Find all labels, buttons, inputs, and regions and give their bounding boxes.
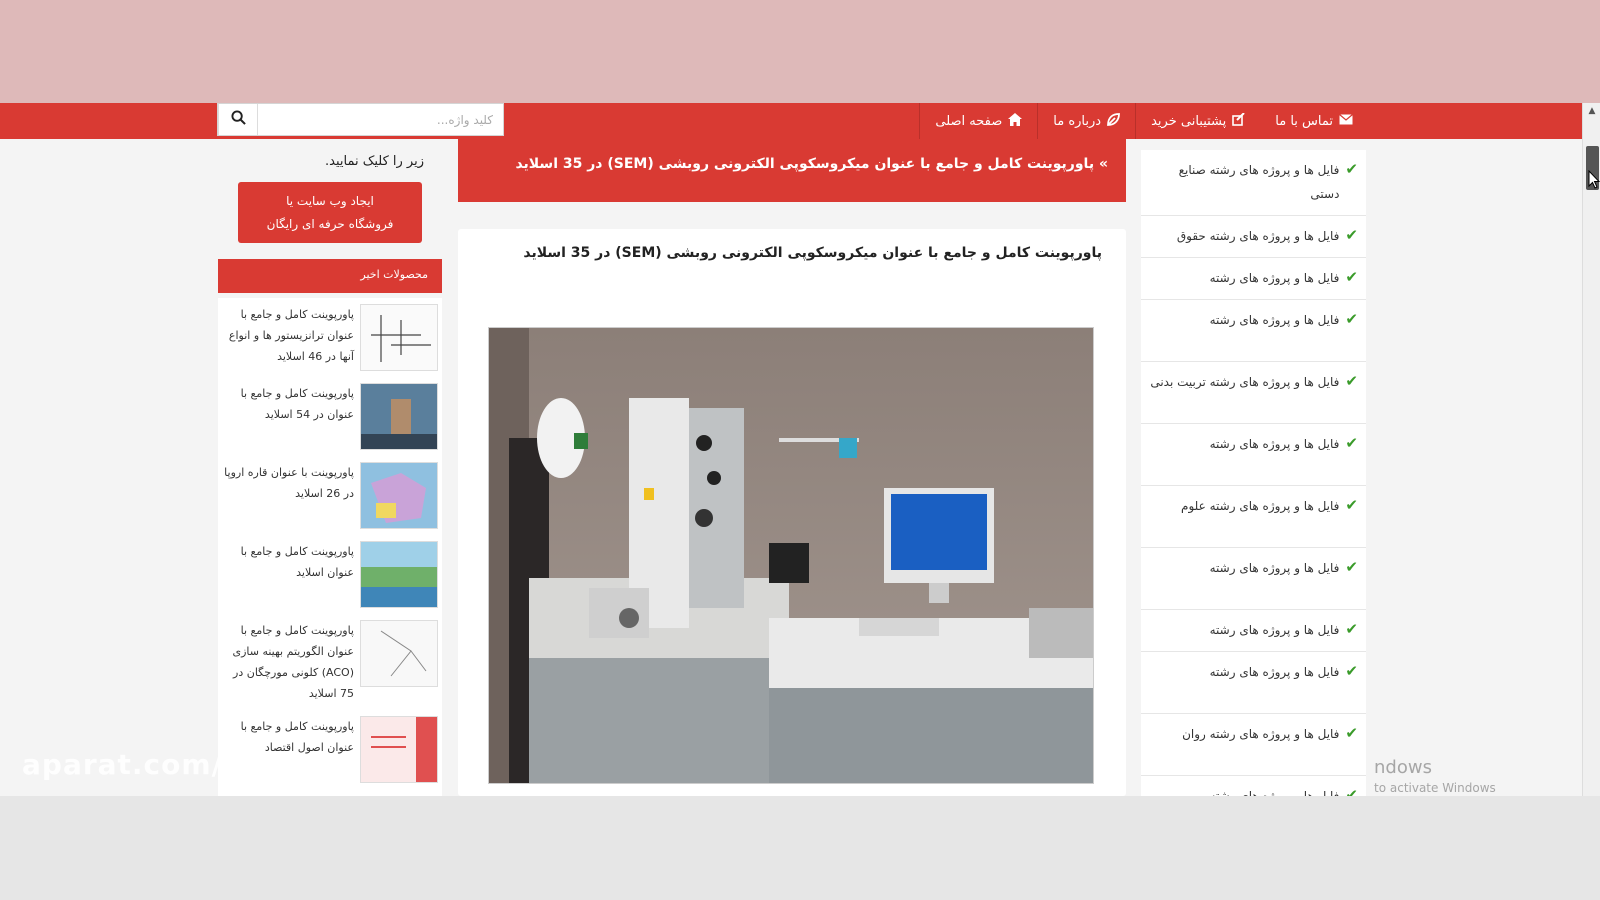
sem-microscope-photo	[488, 327, 1094, 784]
category-item[interactable]: ✔ فایل ها و پروژه های رشته	[1141, 610, 1366, 652]
product-title[interactable]: پاورپوینت کامل و جامع با عنوان اصول اقتص…	[222, 716, 354, 783]
envelope-icon	[1339, 113, 1353, 129]
post-title-banner: » پاورپوینت کامل و جامع با عنوان میکروسک…	[458, 139, 1126, 202]
category-item[interactable]: ✔ فایل ها و پروژه های رشته	[1141, 652, 1366, 714]
category-item[interactable]: ✔ فایل ها و پروژه های رشته حقوق	[1141, 216, 1366, 258]
nav-contact-label: تماس با ما	[1275, 113, 1333, 129]
product-title[interactable]: پاورپوینت کامل و جامع با عنوان اسلاید	[222, 541, 354, 608]
check-icon: ✔	[1345, 372, 1358, 390]
product-thumbnail[interactable]	[360, 383, 438, 450]
scroll-up-arrow-icon[interactable]: ▲	[1583, 103, 1600, 119]
breadcrumb-arrow: »	[1098, 156, 1108, 172]
search-input[interactable]	[258, 104, 503, 135]
check-icon: ✔	[1345, 496, 1358, 514]
create-store-button-line1: ایجاد وب سایت یا	[286, 194, 374, 208]
category-item[interactable]: ✔ فایل ها و پروژه های رشته تربیت بدنی	[1141, 362, 1366, 424]
top-band	[0, 0, 1600, 103]
check-icon: ✔	[1345, 662, 1358, 680]
check-icon: ✔	[1345, 786, 1358, 796]
mouse-cursor-icon	[1588, 169, 1600, 190]
banner-title: پاورپوینت کامل و جامع با عنوان میکروسکوپ…	[515, 156, 1095, 172]
list-item[interactable]: پاورپوینت با عنوان قاره اروپا در 26 اسلا…	[218, 456, 442, 535]
product-thumbnail[interactable]	[360, 304, 438, 371]
list-item[interactable]: پاورپوینت کامل و جامع با عنوان اسلاید	[218, 535, 442, 614]
category-item[interactable]: ✔ فایل ها و پروژه های رشته علوم	[1141, 486, 1366, 548]
list-item[interactable]: پاورپوینت کامل و جامع با عنوان در 54 اسل…	[218, 377, 442, 456]
windows-activation-line1: ndows	[1374, 757, 1432, 778]
category-item[interactable]: ✔ فایل ها و پروژه های رشته	[1141, 258, 1366, 300]
recent-products-list: پاورپوینت کامل و جامع با عنوان ترانزیستو…	[218, 298, 442, 796]
search-button[interactable]	[218, 104, 258, 135]
category-item[interactable]: ✔ فایل ها و پروژه های رشته	[1141, 776, 1366, 796]
product-thumbnail[interactable]	[360, 716, 438, 783]
nav-contact[interactable]: تماس با ما	[1260, 103, 1368, 139]
nav-about-label: درباره ما	[1053, 113, 1102, 129]
check-icon: ✔	[1345, 310, 1358, 328]
category-item[interactable]: ✔ فایل ها و پروژه های رشته	[1141, 548, 1366, 610]
aparat-watermark: aparat.com/	[22, 748, 223, 781]
check-icon: ✔	[1345, 226, 1358, 244]
leaf-icon	[1107, 112, 1120, 130]
check-icon: ✔	[1345, 620, 1358, 638]
category-sidebar: ✔ فایل ها و پروژه های رشته صنایع دستی ✔ فا…	[1141, 150, 1366, 796]
home-icon	[1008, 112, 1023, 130]
list-item[interactable]: پاورپوینت کامل و جامع با عنوان الگوریتم …	[218, 614, 442, 710]
nav-support[interactable]: پشتیبانی خرید	[1135, 103, 1260, 139]
check-icon: ✔	[1345, 268, 1358, 286]
search-box	[217, 103, 504, 136]
check-icon: ✔	[1345, 160, 1358, 178]
check-icon: ✔	[1345, 558, 1358, 576]
product-title[interactable]: پاورپوینت کامل و جامع با عنوان در 54 اسل…	[222, 383, 354, 450]
product-thumbnail[interactable]	[360, 541, 438, 608]
category-item[interactable]: ✔ فایل ها و پروژه های رشته روان	[1141, 714, 1366, 776]
windows-activation-notice: ndows to activate Windows	[1374, 758, 1496, 798]
check-icon: ✔	[1345, 434, 1358, 452]
page-scrollbar[interactable]: ▲	[1582, 103, 1600, 796]
category-item[interactable]: ✔ فایل ها و پروژه های رشته	[1141, 424, 1366, 486]
nav-about[interactable]: درباره ما	[1037, 103, 1135, 139]
product-thumbnail[interactable]	[360, 462, 438, 529]
post-title: پاورپوینت کامل و جامع با عنوان میکروسکوپ…	[523, 245, 1102, 261]
create-store-button[interactable]: ایجاد وب سایت یا فروشگاه حرفه ای رایگان	[238, 182, 422, 243]
create-store-button-line2: فروشگاه حرفه ای رایگان	[266, 217, 394, 231]
category-item[interactable]: ✔ فایل ها و پروژه های رشته	[1141, 300, 1366, 362]
post-content: پاورپوینت کامل و جامع با عنوان میکروسکوپ…	[458, 229, 1126, 796]
product-title[interactable]: پاورپوینت کامل و جامع با عنوان ترانزیستو…	[222, 304, 354, 371]
list-item[interactable]: پاورپوینت کامل و جامع با عنوان ترانزیستو…	[218, 298, 442, 377]
recent-products-heading: محصولات اخیر	[218, 259, 442, 293]
product-title[interactable]: پاورپوینت با عنوان قاره اروپا در 26 اسلا…	[222, 462, 354, 529]
promo-text: زیر را کلیک نمایید.	[325, 154, 424, 169]
support-icon	[1232, 111, 1245, 130]
nav-home[interactable]: صفحه اصلی	[919, 103, 1037, 139]
nav-home-label: صفحه اصلی	[935, 113, 1003, 129]
product-title[interactable]: پاورپوینت کامل و جامع با عنوان الگوریتم …	[222, 620, 354, 704]
check-icon: ✔	[1345, 724, 1358, 742]
search-icon	[230, 110, 246, 129]
bottom-band	[0, 796, 1600, 900]
list-item[interactable]: پاورپوینت کامل و جامع با عنوان اصول اقتص…	[218, 710, 442, 789]
windows-activation-line2: to activate Windows	[1374, 781, 1496, 795]
product-thumbnail[interactable]	[360, 620, 438, 687]
nav-menu: صفحه اصلی درباره ما پشتیبانی خرید تماس ب…	[919, 103, 1368, 139]
nav-support-label: پشتیبانی خرید	[1151, 113, 1227, 129]
category-item[interactable]: ✔ فایل ها و پروژه های رشته صنایع دستی	[1141, 150, 1366, 216]
